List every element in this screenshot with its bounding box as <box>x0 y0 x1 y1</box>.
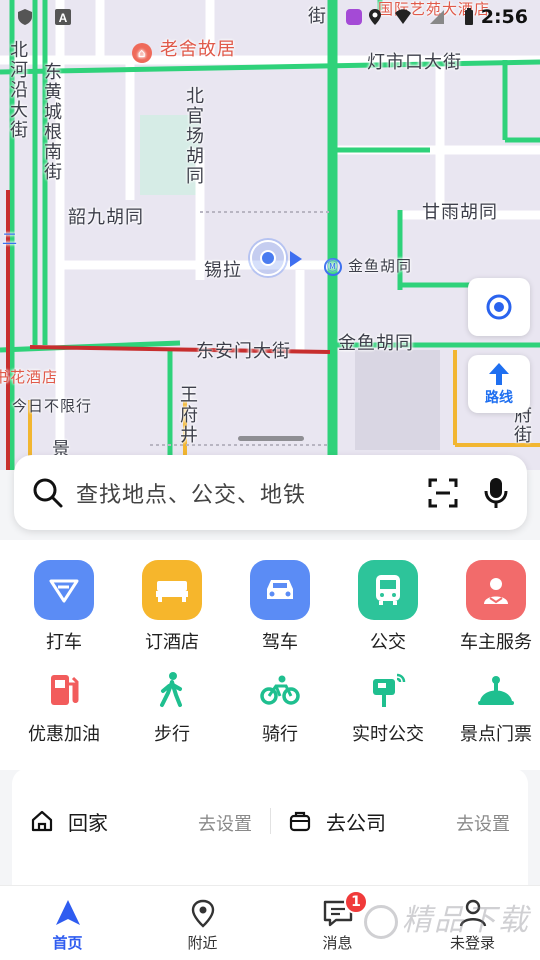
location-status-icon <box>369 9 381 25</box>
taxi-icon <box>34 560 94 620</box>
quick-owner-service[interactable]: 车主服务 <box>452 560 540 654</box>
map-label-er: 二 <box>2 230 19 248</box>
quick-taxi[interactable]: 打车 <box>20 560 108 654</box>
search-icon <box>33 478 63 507</box>
map-label-jinri: 今日不限行 <box>12 397 93 415</box>
company-shortcut[interactable]: 去公司 <box>288 798 386 844</box>
route-label: 路线 <box>485 390 513 406</box>
current-location-marker <box>250 240 302 276</box>
home-shortcut[interactable]: 回家 <box>30 798 108 844</box>
map-label-laoshe[interactable]: ⌂ 老舍故居 <box>132 35 236 63</box>
quick-taxi-label: 打车 <box>46 632 82 653</box>
battery-status-icon <box>465 8 473 25</box>
briefcase-icon <box>289 811 311 832</box>
quick-bike-label: 骑行 <box>262 724 298 745</box>
bed-icon <box>142 560 202 620</box>
wifi-status-icon <box>395 9 411 24</box>
map-label-donghuangcheng: 东黄城根南街 <box>41 62 62 182</box>
svg-text:A: A <box>59 11 68 25</box>
map-label-jinyu-road: 金鱼胡同 <box>338 333 414 354</box>
quick-gas[interactable]: 优惠加油 <box>20 668 108 746</box>
map-label-huajiu: 书花酒店 <box>0 368 59 386</box>
quick-walk-label: 步行 <box>154 724 190 745</box>
location-dot <box>260 250 276 266</box>
home-nav-icon <box>55 900 80 925</box>
quick-row-primary: 打车 订酒店 驾车 公交 车主服务 <box>0 560 540 654</box>
app-a-status-icon: A <box>55 9 71 25</box>
map-label-wangfujing: 王府井 <box>177 385 198 445</box>
nav-nearby[interactable]: 附近 <box>135 886 270 960</box>
scenic-icon <box>474 668 518 712</box>
map-label-beiheyan: 北河沿大街 <box>7 40 28 140</box>
map-label-jinyu-station[interactable]: Ⓜ 金鱼胡同 <box>324 255 412 276</box>
nav-home[interactable]: 首页 <box>0 886 135 960</box>
quick-owner-service-label: 车主服务 <box>460 632 532 653</box>
target-icon <box>486 294 512 320</box>
signal-status-icon <box>430 10 444 24</box>
shield-status-icon <box>18 9 32 25</box>
quick-tickets-label: 景点门票 <box>460 724 532 745</box>
company-label: 去公司 <box>326 810 386 835</box>
quick-row-secondary: 优惠加油 步行 骑行 实时公交 景点门票 <box>0 668 540 746</box>
shortcut-address-card: 回家 去设置 去公司 去设置 <box>12 768 528 898</box>
home-label: 回家 <box>68 810 108 835</box>
gas-pump-icon <box>42 668 86 712</box>
home-set-link[interactable]: 去设置 <box>198 810 252 836</box>
quick-gas-label: 优惠加油 <box>28 724 100 745</box>
watermark-logo-icon <box>364 904 398 939</box>
search-bar[interactable]: 查找地点、公交、地铁 <box>14 455 527 530</box>
route-button[interactable]: 路线 <box>468 355 530 413</box>
quick-drive-label: 驾车 <box>262 632 298 653</box>
status-bar: A 2:56 <box>0 0 540 36</box>
driver-icon <box>466 560 526 620</box>
quick-drive[interactable]: 驾车 <box>236 560 324 654</box>
map-label-xila: 锡拉 <box>204 260 242 281</box>
company-set-link[interactable]: 去设置 <box>456 810 510 836</box>
heading-arrow-icon <box>290 251 302 267</box>
quick-bus-label: 公交 <box>370 632 406 653</box>
microphone-icon[interactable] <box>483 476 509 510</box>
home-icon <box>31 810 53 832</box>
nav-messages-label: 消息 <box>322 934 353 952</box>
app-badge-status-icon <box>346 9 362 25</box>
scan-icon[interactable] <box>427 477 459 509</box>
address-divider <box>270 808 271 834</box>
location-pin-icon <box>191 899 214 928</box>
car-icon <box>250 560 310 620</box>
nav-home-label: 首页 <box>52 934 83 952</box>
quick-realtime-bus-label: 实时公交 <box>352 724 424 745</box>
metro-station-icon: Ⓜ <box>324 257 342 276</box>
map-label-shaojiu: 韶九胡同 <box>68 207 144 228</box>
map-view[interactable]: 北河沿大街 东黄城根南街 北官场胡同 韶九胡同 锡拉 Ⓜ 金鱼胡同 甘雨胡同 灯市… <box>0 0 540 470</box>
map-label-dengshikou: 灯市口大街 <box>367 52 462 73</box>
locate-me-button[interactable] <box>468 278 530 336</box>
quick-bike[interactable]: 骑行 <box>236 668 324 746</box>
landmark-icon: ⌂ <box>132 43 152 63</box>
map-label-ganyu: 甘雨胡同 <box>422 202 498 223</box>
quick-bus[interactable]: 公交 <box>344 560 432 654</box>
map-label-dongan: 东安门大街 <box>196 341 291 362</box>
sheet-drag-handle[interactable] <box>238 436 304 441</box>
map-label-beiguanchang: 北官场胡同 <box>183 86 204 186</box>
bus-icon <box>358 560 418 620</box>
status-time: 2:56 <box>480 6 528 28</box>
search-placeholder[interactable]: 查找地点、公交、地铁 <box>76 477 427 509</box>
bus-stop-icon <box>366 668 410 712</box>
quick-hotel-label: 订酒店 <box>145 632 199 653</box>
quick-tickets[interactable]: 景点门票 <box>452 668 540 746</box>
nav-nearby-label: 附近 <box>187 934 218 952</box>
watermark: 精品下载 <box>364 895 530 939</box>
arrow-up-icon <box>489 363 509 385</box>
quick-walk[interactable]: 步行 <box>128 668 216 746</box>
walk-icon <box>150 668 194 712</box>
quick-realtime-bus[interactable]: 实时公交 <box>344 668 432 746</box>
quick-actions-panel: 打车 订酒店 驾车 公交 车主服务 优惠加油 步行 骑行 实时公交 景点门票 <box>0 540 540 770</box>
quick-hotel[interactable]: 订酒店 <box>128 560 216 654</box>
bike-icon <box>258 668 302 712</box>
